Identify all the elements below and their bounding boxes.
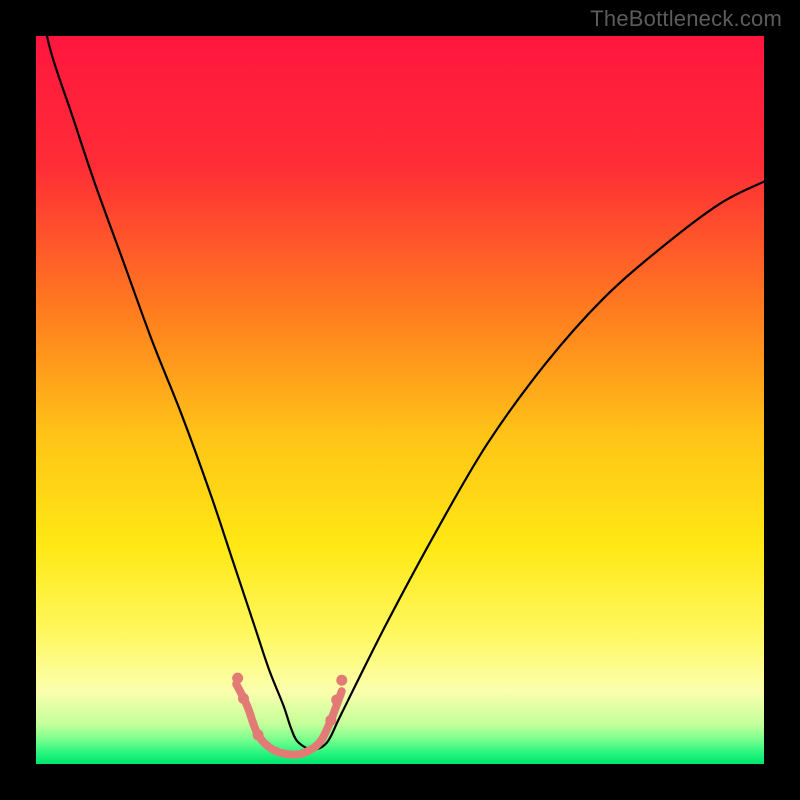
marker [232, 673, 243, 684]
marker [238, 693, 249, 704]
marker [325, 715, 336, 726]
watermark-text: TheBottleneck.com [590, 6, 782, 32]
series-bottleneck-curve-main [38, 36, 764, 749]
curves-layer [36, 36, 764, 764]
plot-area [36, 36, 764, 764]
marker [331, 694, 342, 705]
marker [336, 675, 347, 686]
chart-frame: TheBottleneck.com [0, 0, 800, 800]
marker [253, 729, 264, 740]
